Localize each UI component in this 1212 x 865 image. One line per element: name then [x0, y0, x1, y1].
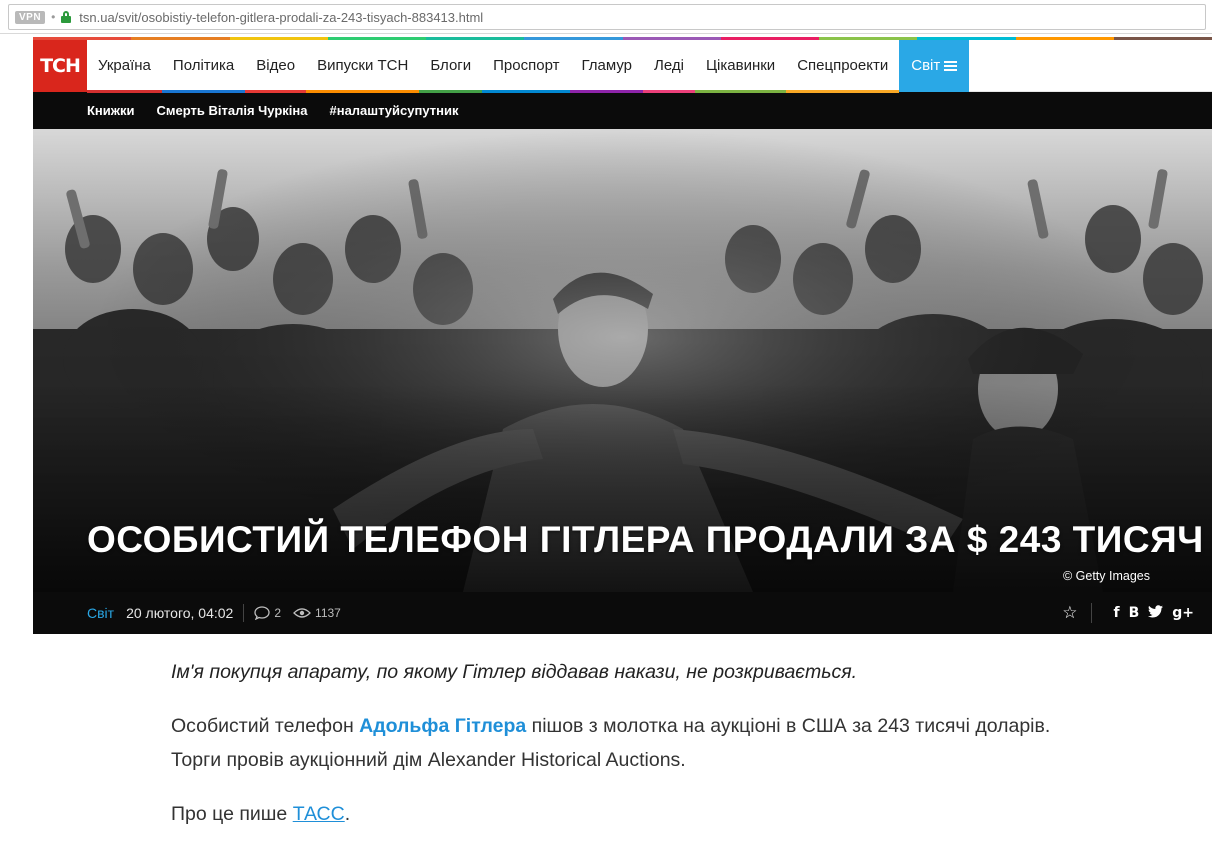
eye-icon — [293, 608, 311, 618]
nav-item-label: Випуски ТСН — [317, 57, 409, 74]
tass-link[interactable]: ТАСС — [293, 803, 345, 825]
category-link[interactable]: Світ — [87, 605, 114, 621]
separator-dot: • — [51, 10, 56, 24]
nav-item[interactable]: Україна — [87, 40, 162, 93]
hero-image: ОСОБИСТИЙ ТЕЛЕФОН ГІТЛЕРА ПРОДАЛИ ЗА $ 2… — [33, 129, 1212, 592]
nav-item-underline — [482, 89, 571, 93]
paragraph-text: Про це пише — [171, 803, 293, 825]
view-count-value: 1137 — [315, 606, 341, 620]
nav-item[interactable]: Блоги — [419, 40, 483, 93]
nav-item[interactable]: Цікавинки — [694, 40, 787, 93]
sub-nav: Книжки Смерть Віталія Чуркіна #налаштуйсуп… — [33, 92, 1212, 129]
subnav-item[interactable]: Смерть Віталія Чуркіна — [157, 103, 308, 118]
comment-count[interactable]: 2 — [254, 606, 281, 620]
nav-item-label: Блоги — [430, 57, 472, 74]
nav-item[interactable]: Випуски ТСН — [306, 40, 420, 93]
comment-icon — [254, 606, 270, 620]
photo-credit: © Getty Images — [1062, 569, 1150, 583]
nav-items: Україна Політика Відео Випуски ТСН Блоги Прос… — [87, 40, 900, 93]
nav-item-underline — [643, 89, 695, 93]
nav-item-label: Політика — [172, 57, 235, 74]
subnav-item[interactable]: Книжки — [87, 103, 135, 118]
nav-item-underline — [419, 89, 483, 93]
nav-item-underline — [306, 89, 420, 93]
vpn-badge[interactable]: VPN — [15, 10, 46, 24]
vk-share-icon[interactable]: B — [1129, 605, 1140, 621]
url-field[interactable]: VPN • tsn.ua/svit/osobistiy-telefon-gitl… — [8, 4, 1206, 30]
nav-item-label: Леді — [654, 57, 684, 74]
nav-item[interactable]: Проспорт — [482, 40, 571, 93]
nav-item[interactable]: Спецпроекти — [786, 40, 900, 93]
nav-item-label: Відео — [256, 57, 296, 74]
nav-item[interactable]: Політика — [161, 40, 246, 93]
article-title: ОСОБИСТИЙ ТЕЛЕФОН ГІТЛЕРА ПРОДАЛИ ЗА $ 2… — [87, 519, 1204, 560]
url-text[interactable]: tsn.ua/svit/osobistiy-telefon-gitlera-pr… — [79, 10, 483, 25]
hitler-link[interactable]: Адольфа Гітлера — [359, 715, 526, 737]
nav-item-label: Україна — [98, 57, 151, 74]
nav-item-label: Гламур — [581, 57, 632, 74]
paragraph-text: Особистий телефон — [171, 715, 360, 737]
comment-count-value: 2 — [274, 606, 282, 620]
view-count: 1137 — [293, 606, 341, 620]
meta-divider — [243, 604, 245, 622]
nav-item-label: Цікавинки — [705, 57, 776, 74]
star-icon[interactable]: ☆ — [1062, 603, 1077, 623]
nav-item-svit[interactable]: Світ — [899, 39, 970, 92]
article-meta-bar: Світ 20 лютого, 04:02 2 1137 ☆ f B g+ — [33, 592, 1212, 634]
article-body: Ім'я покупця апарату, по якому Гітлер ві… — [171, 655, 1071, 851]
nav-item-underline — [570, 89, 643, 93]
subnav-item[interactable]: #налаштуйсупутник — [329, 103, 458, 118]
share-bar: ☆ f B g+ — [1062, 592, 1194, 634]
nav-item-label: Проспорт — [493, 57, 560, 74]
site-container: ТСН Україна Політика Відео Випуски ТСН Блоги… — [33, 37, 1212, 634]
googleplus-share-icon[interactable]: g+ — [1172, 605, 1194, 621]
main-nav: ТСН Україна Політика Відео Випуски ТСН Блоги… — [33, 39, 1212, 93]
facebook-share-icon[interactable]: f — [1113, 605, 1119, 621]
nav-item[interactable]: Гламур — [570, 40, 643, 93]
nav-item[interactable]: Леді — [643, 40, 695, 93]
nav-item-underline — [87, 89, 162, 93]
nav-item-underline — [161, 89, 246, 93]
menu-icon[interactable] — [944, 60, 958, 71]
article-paragraph-1: Особистий телефон Адольфа Гітлера пішов … — [171, 709, 1071, 777]
share-divider — [1091, 603, 1093, 623]
article-lead: Ім'я покупця апарату, по якому Гітлер ві… — [171, 661, 858, 683]
publish-date: 20 лютого, 04:02 — [126, 605, 234, 621]
nav-item-underline — [694, 89, 787, 93]
article-paragraph-2: Про це пише ТАСС. — [171, 797, 1071, 831]
nav-item-label: Спецпроекти — [797, 57, 889, 74]
nav-item-underline — [786, 89, 900, 93]
lock-icon[interactable] — [61, 11, 72, 23]
nav-item-underline — [245, 89, 307, 93]
browser-address-bar: VPN • tsn.ua/svit/osobistiy-telefon-gitl… — [0, 0, 1212, 34]
nav-item[interactable]: Відео — [245, 40, 307, 93]
twitter-share-icon[interactable] — [1148, 604, 1164, 622]
nav-item-label: Світ — [911, 57, 941, 74]
tsn-logo[interactable]: ТСН — [33, 39, 87, 92]
paragraph-text: . — [344, 803, 351, 825]
